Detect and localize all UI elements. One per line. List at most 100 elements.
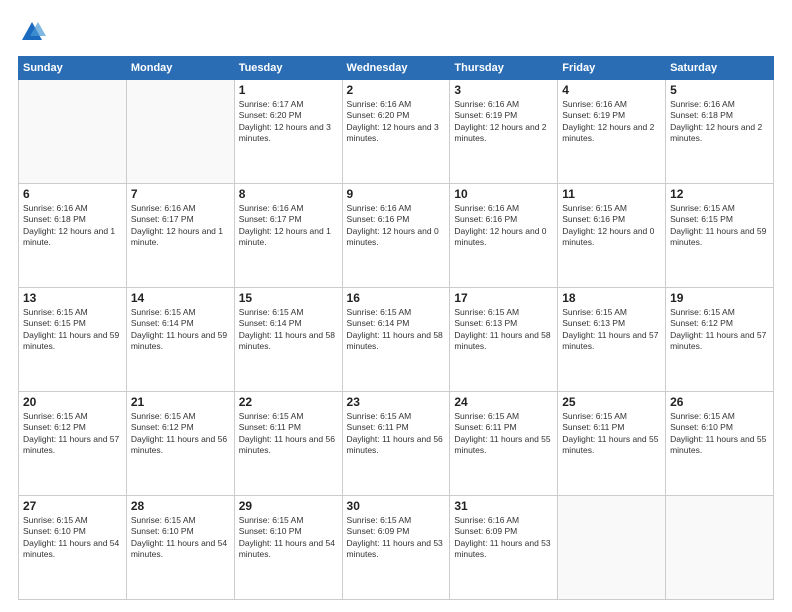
day-number: 24	[454, 395, 553, 409]
day-number: 5	[670, 83, 769, 97]
day-number: 31	[454, 499, 553, 513]
calendar-cell	[558, 496, 666, 600]
day-number: 22	[239, 395, 338, 409]
day-number: 10	[454, 187, 553, 201]
calendar-cell	[126, 80, 234, 184]
day-number: 26	[670, 395, 769, 409]
calendar-cell: 31 Sunrise: 6:16 AMSunset: 6:09 PMDayligh…	[450, 496, 558, 600]
calendar-cell: 9Sunrise: 6:16 AMSunset: 6:16 PMDaylight…	[342, 184, 450, 288]
cell-content: Sunrise: 6:16 AMSunset: 6:19 PMDaylight:…	[454, 99, 553, 145]
calendar: SundayMondayTuesdayWednesdayThursdayFrid…	[18, 56, 774, 600]
col-header-friday: Friday	[558, 57, 666, 80]
day-number: 28	[131, 499, 230, 513]
cell-content: Sunrise: 6:16 AMSunset: 6:18 PMDaylight:…	[23, 203, 122, 249]
day-number: 2	[347, 83, 446, 97]
calendar-cell: 25Sunrise: 6:15 AMSunset: 6:11 PMDayligh…	[558, 392, 666, 496]
cell-content: Sunrise: 6:15 AMSunset: 6:10 PMDaylight:…	[131, 515, 230, 561]
day-number: 12	[670, 187, 769, 201]
cell-content: Sunrise: 6:15 AMSunset: 6:13 PMDaylight:…	[454, 307, 553, 353]
day-number: 16	[347, 291, 446, 305]
calendar-cell: 13 Sunrise: 6:15 AMSunset: 6:15 PMDayligh…	[19, 288, 127, 392]
cell-content: Sunrise: 6:16 AMSunset: 6:17 PMDaylight:…	[239, 203, 338, 249]
cell-content: Sunrise: 6:15 AMSunset: 6:12 PMDaylight:…	[23, 411, 122, 457]
day-number: 4	[562, 83, 661, 97]
day-number: 7	[131, 187, 230, 201]
cell-content: Sunrise: 6:16 AMSunset: 6:16 PMDaylight:…	[454, 203, 553, 249]
col-header-sunday: Sunday	[19, 57, 127, 80]
logo	[18, 18, 50, 46]
day-number: 29	[239, 499, 338, 513]
calendar-cell: 29Sunrise: 6:15 AMSunset: 6:10 PMDayligh…	[234, 496, 342, 600]
page: SundayMondayTuesdayWednesdayThursdayFrid…	[0, 0, 792, 612]
calendar-cell: 6Sunrise: 6:16 AMSunset: 6:18 PMDaylight…	[19, 184, 127, 288]
calendar-cell: 22 Sunrise: 6:15 AMSunset: 6:11 PMDayligh…	[234, 392, 342, 496]
day-number: 3	[454, 83, 553, 97]
cell-content: Sunrise: 6:15 AMSunset: 6:15 PMDaylight:…	[23, 307, 122, 353]
calendar-week-4: 27Sunrise: 6:15 AMSunset: 6:10 PMDayligh…	[19, 496, 774, 600]
col-header-tuesday: Tuesday	[234, 57, 342, 80]
calendar-cell: 3 Sunrise: 6:16 AMSunset: 6:19 PMDaylight…	[450, 80, 558, 184]
cell-content: Sunrise: 6:16 AMSunset: 6:09 PMDaylight:…	[454, 515, 553, 561]
cell-content: Sunrise: 6:15 AMSunset: 6:11 PMDaylight:…	[562, 411, 661, 457]
calendar-cell: 14 Sunrise: 6:15 AMSunset: 6:14 PMDayligh…	[126, 288, 234, 392]
calendar-cell: 7 Sunrise: 6:16 AMSunset: 6:17 PMDaylight…	[126, 184, 234, 288]
day-number: 13	[23, 291, 122, 305]
day-number: 19	[670, 291, 769, 305]
cell-content: Sunrise: 6:16 AMSunset: 6:17 PMDaylight:…	[131, 203, 230, 249]
day-number: 18	[562, 291, 661, 305]
day-number: 23	[347, 395, 446, 409]
cell-content: Sunrise: 6:15 AMSunset: 6:12 PMDaylight:…	[670, 307, 769, 353]
calendar-week-1: 6Sunrise: 6:16 AMSunset: 6:18 PMDaylight…	[19, 184, 774, 288]
cell-content: Sunrise: 6:15 AMSunset: 6:13 PMDaylight:…	[562, 307, 661, 353]
cell-content: Sunrise: 6:15 AMSunset: 6:10 PMDaylight:…	[23, 515, 122, 561]
calendar-cell: 11 Sunrise: 6:15 AMSunset: 6:16 PMDayligh…	[558, 184, 666, 288]
calendar-cell: 5 Sunrise: 6:16 AMSunset: 6:18 PMDaylight…	[666, 80, 774, 184]
cell-content: Sunrise: 6:15 AMSunset: 6:14 PMDaylight:…	[131, 307, 230, 353]
calendar-cell: 1 Sunrise: 6:17 AMSunset: 6:20 PMDaylight…	[234, 80, 342, 184]
day-number: 30	[347, 499, 446, 513]
calendar-cell: 26 Sunrise: 6:15 AMSunset: 6:10 PMDayligh…	[666, 392, 774, 496]
calendar-cell: 28 Sunrise: 6:15 AMSunset: 6:10 PMDayligh…	[126, 496, 234, 600]
calendar-week-0: 1 Sunrise: 6:17 AMSunset: 6:20 PMDaylight…	[19, 80, 774, 184]
col-header-monday: Monday	[126, 57, 234, 80]
calendar-cell	[19, 80, 127, 184]
calendar-cell: 2 Sunrise: 6:16 AMSunset: 6:20 PMDaylight…	[342, 80, 450, 184]
cell-content: Sunrise: 6:15 AMSunset: 6:10 PMDaylight:…	[670, 411, 769, 457]
calendar-cell: 10 Sunrise: 6:16 AMSunset: 6:16 PMDayligh…	[450, 184, 558, 288]
calendar-cell: 30Sunrise: 6:15 AMSunset: 6:09 PMDayligh…	[342, 496, 450, 600]
day-number: 9	[347, 187, 446, 201]
cell-content: Sunrise: 6:15 AMSunset: 6:11 PMDaylight:…	[454, 411, 553, 457]
cell-content: Sunrise: 6:17 AMSunset: 6:20 PMDaylight:…	[239, 99, 338, 145]
calendar-cell: 8Sunrise: 6:16 AMSunset: 6:17 PMDaylight…	[234, 184, 342, 288]
calendar-cell: 21 Sunrise: 6:15 AMSunset: 6:12 PMDayligh…	[126, 392, 234, 496]
calendar-cell: 24 Sunrise: 6:15 AMSunset: 6:11 PMDayligh…	[450, 392, 558, 496]
day-number: 1	[239, 83, 338, 97]
col-header-thursday: Thursday	[450, 57, 558, 80]
calendar-cell: 27Sunrise: 6:15 AMSunset: 6:10 PMDayligh…	[19, 496, 127, 600]
cell-content: Sunrise: 6:15 AMSunset: 6:11 PMDaylight:…	[347, 411, 446, 457]
day-number: 14	[131, 291, 230, 305]
cell-content: Sunrise: 6:16 AMSunset: 6:19 PMDaylight:…	[562, 99, 661, 145]
cell-content: Sunrise: 6:16 AMSunset: 6:20 PMDaylight:…	[347, 99, 446, 145]
calendar-cell: 20 Sunrise: 6:15 AMSunset: 6:12 PMDayligh…	[19, 392, 127, 496]
calendar-cell: 17 Sunrise: 6:15 AMSunset: 6:13 PMDayligh…	[450, 288, 558, 392]
day-number: 17	[454, 291, 553, 305]
day-number: 20	[23, 395, 122, 409]
day-number: 11	[562, 187, 661, 201]
calendar-cell: 15Sunrise: 6:15 AMSunset: 6:14 PMDayligh…	[234, 288, 342, 392]
calendar-cell: 12 Sunrise: 6:15 AMSunset: 6:15 PMDayligh…	[666, 184, 774, 288]
calendar-cell: 19 Sunrise: 6:15 AMSunset: 6:12 PMDayligh…	[666, 288, 774, 392]
cell-content: Sunrise: 6:15 AMSunset: 6:12 PMDaylight:…	[131, 411, 230, 457]
calendar-cell: 4 Sunrise: 6:16 AMSunset: 6:19 PMDaylight…	[558, 80, 666, 184]
header	[18, 18, 774, 46]
day-number: 21	[131, 395, 230, 409]
calendar-week-3: 20 Sunrise: 6:15 AMSunset: 6:12 PMDayligh…	[19, 392, 774, 496]
col-header-wednesday: Wednesday	[342, 57, 450, 80]
cell-content: Sunrise: 6:16 AMSunset: 6:18 PMDaylight:…	[670, 99, 769, 145]
cell-content: Sunrise: 6:15 AMSunset: 6:15 PMDaylight:…	[670, 203, 769, 249]
cell-content: Sunrise: 6:15 AMSunset: 6:14 PMDaylight:…	[347, 307, 446, 353]
calendar-header-row: SundayMondayTuesdayWednesdayThursdayFrid…	[19, 57, 774, 80]
calendar-cell	[666, 496, 774, 600]
cell-content: Sunrise: 6:15 AMSunset: 6:16 PMDaylight:…	[562, 203, 661, 249]
cell-content: Sunrise: 6:15 AMSunset: 6:11 PMDaylight:…	[239, 411, 338, 457]
